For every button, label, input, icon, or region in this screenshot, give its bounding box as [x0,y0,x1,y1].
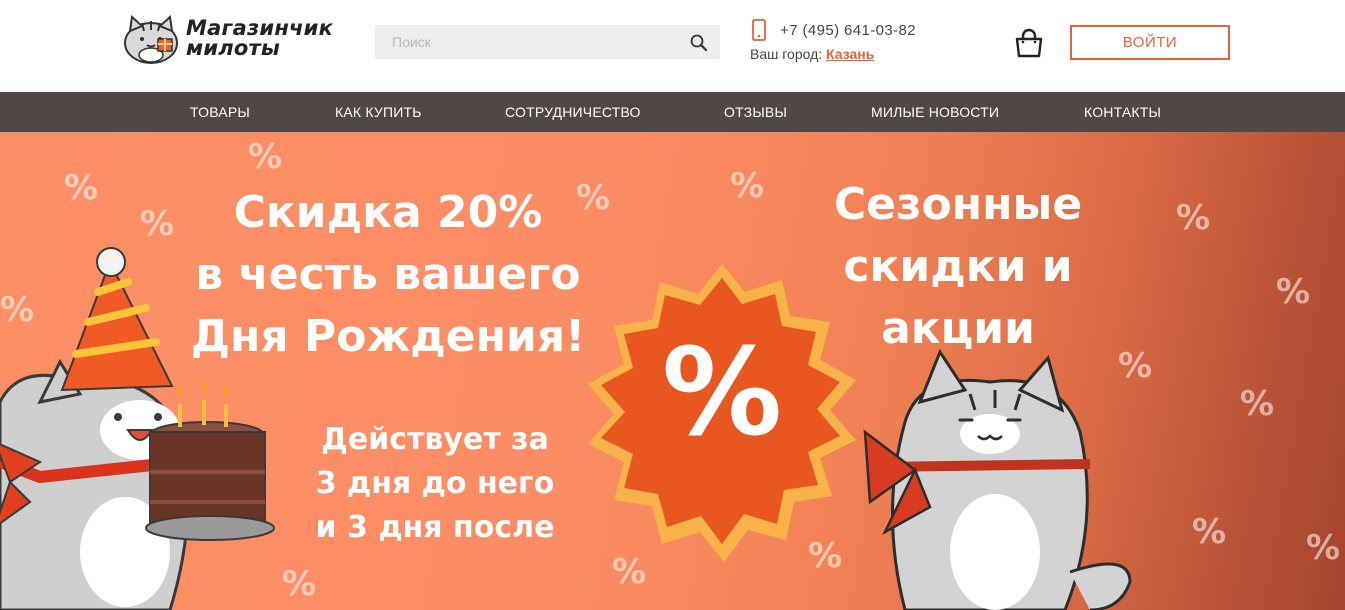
seasonal-headline-line: Сезонные [833,179,1083,230]
birthday-subtext-line: и 3 дня после [315,510,555,545]
city-selector: Ваш город: Казань [750,46,874,62]
logo-line-1: Магазинчик [186,16,334,40]
promo-banner[interactable]: % % % % % % % % % % % % % % % % Скидка 2… [0,132,1345,610]
main-nav: ТОВАРЫ КАК КУПИТЬ СОТРУДНИЧЕСТВО ОТЗЫВЫ … [0,92,1345,132]
birthday-headline-line: Дня Рождения! [190,311,586,362]
nav-item-news[interactable]: МИЛЫЕ НОВОСТИ [871,92,999,132]
birthday-headline-line: в честь вашего [195,249,581,300]
nav-item-contacts[interactable]: КОНТАКТЫ [1084,92,1161,132]
shopping-bag-icon[interactable] [1013,27,1045,59]
logo-line-2: милоты [186,36,281,60]
login-button[interactable]: ВОЙТИ [1070,25,1230,60]
city-link[interactable]: Казань [826,46,874,62]
logo-text: Магазинчик милоты [186,16,334,60]
nav-item-products[interactable]: ТОВАРЫ [190,92,250,132]
nav-item-how-to-buy[interactable]: КАК КУПИТЬ [335,92,422,132]
seasonal-headline: Сезонные скидки и акции [808,174,1108,360]
nav-item-cooperation[interactable]: СОТРУДНИЧЕСТВО [505,92,641,132]
seasonal-headline-line: скидки и [843,241,1073,292]
phone-icon [752,19,766,41]
phone-number[interactable]: +7 (495) 641-03-82 [780,22,916,39]
nav-item-reviews[interactable]: ОТЗЫВЫ [724,92,787,132]
cat-logo-icon [124,15,178,64]
search-icon[interactable] [688,32,710,54]
contact-block: +7 (495) 641-03-82 Ваш город: Казань [750,18,970,68]
birthday-subtext-line: Действует за [321,422,549,457]
seasonal-headline-line: акции [881,303,1035,354]
logo[interactable]: Магазинчик милоты [118,8,348,68]
search-box [375,25,720,59]
header: Магазинчик милоты +7 (495) 641-03-82 Ваш… [0,0,1345,92]
city-label: Ваш город: [750,46,823,62]
search-input[interactable] [375,25,675,59]
birthday-headline-line: Скидка 20% [233,187,543,238]
birthday-headline: Скидка 20% в честь вашего Дня Рождения! [168,182,608,368]
birthday-subtext: Действует за 3 дня до него и 3 дня после [280,418,590,550]
birthday-subtext-line: 3 дня до него [315,466,555,501]
